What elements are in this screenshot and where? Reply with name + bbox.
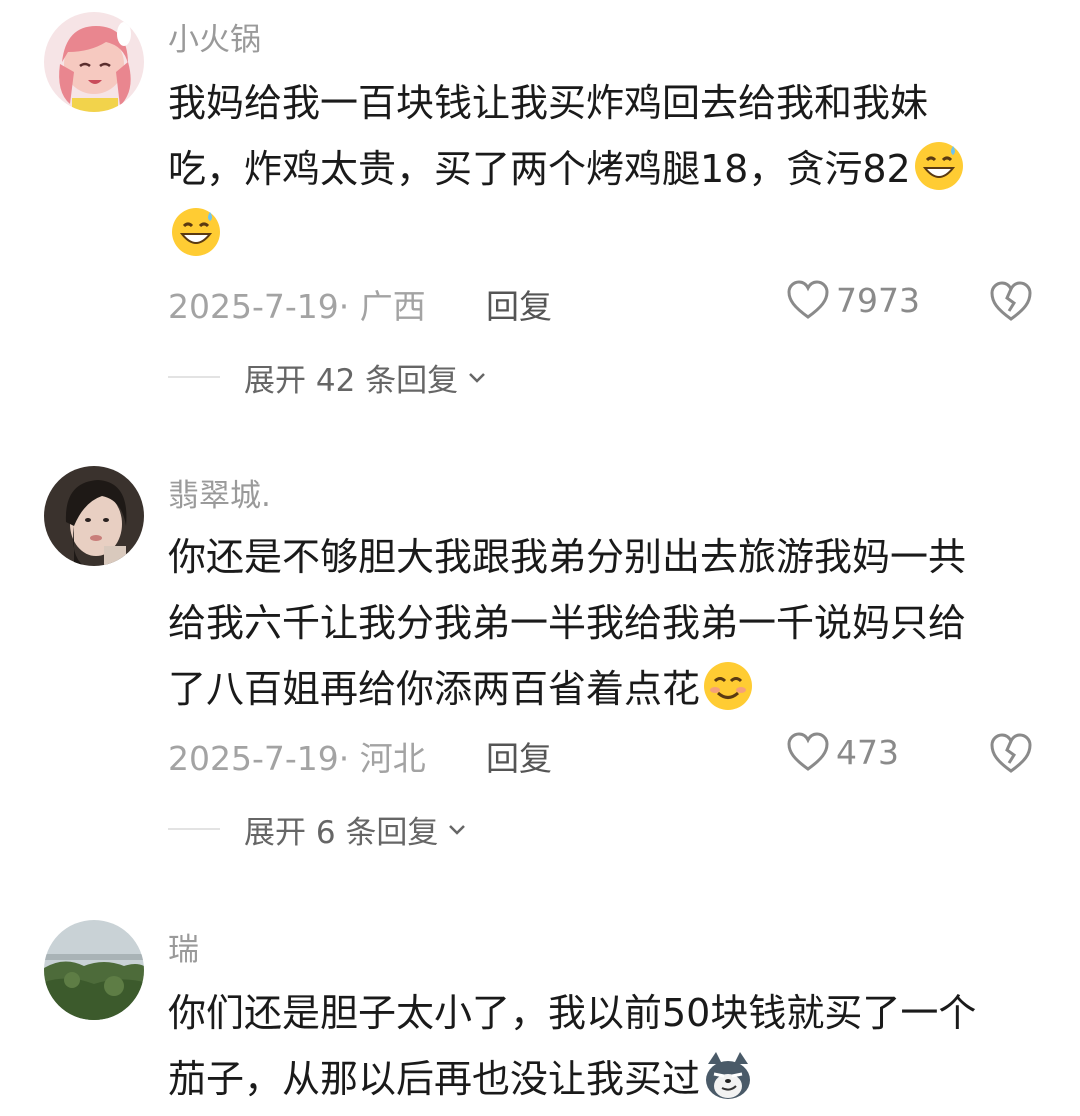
avatar[interactable]	[44, 12, 144, 112]
reply-button[interactable]: 回复	[486, 732, 552, 780]
chevron-down-icon	[449, 825, 466, 835]
comment-line: 你还是不够胆大我跟我弟分别出去旅游我妈一共	[168, 535, 967, 579]
expand-replies-label[interactable]: 展开 6 条回复	[244, 807, 438, 852]
broken-heart-icon[interactable]	[988, 278, 1034, 324]
avatar[interactable]	[44, 920, 144, 1020]
like-count: 7973	[836, 280, 920, 320]
comment-line: 吃，炸鸡太贵，买了两个烤鸡腿18，贪污82	[168, 136, 1048, 202]
comment-meta: 2025-7-19· 河北 回复 473	[168, 732, 1040, 778]
reply-button[interactable]: 回复	[486, 280, 552, 328]
expand-replies-label[interactable]: 展开 42 条回复	[244, 355, 458, 400]
comment-line	[168, 202, 1048, 268]
divider	[168, 376, 220, 378]
like-count: 473	[836, 732, 899, 772]
comment-line: 了八百姐再给你添两百省着点花	[168, 656, 1048, 722]
comment-text: 我妈给我一百块钱让我买炸鸡回去给我和我妹 吃，炸鸡太贵，买了两个烤鸡腿18，贪污…	[168, 70, 1048, 268]
expand-replies[interactable]: 展开 6 条回复	[168, 807, 468, 851]
heart-icon	[787, 732, 829, 771]
heart-icon	[787, 280, 829, 319]
comment-text: 你们还是胆子太小了，我以前50块钱就买了一个 茄子，从那以后再也没让我买过	[168, 980, 1048, 1112]
grinning-sweat-emoji	[914, 142, 963, 190]
expand-replies[interactable]: 展开 42 条回复	[168, 355, 488, 399]
chevron-down-icon	[469, 373, 486, 383]
smiling-emoji	[704, 662, 753, 710]
broken-heart-icon[interactable]	[988, 730, 1034, 776]
divider	[168, 828, 220, 830]
username[interactable]: 翡翠城.	[168, 470, 271, 515]
comment-meta: 2025-7-19· 广西 回复 7973	[168, 280, 1040, 326]
username[interactable]: 小火锅	[168, 14, 261, 59]
comment-text: 你还是不够胆大我跟我弟分别出去旅游我妈一共 给我六千让我分我弟一半我给我弟一千说…	[168, 524, 1048, 722]
comment-line: 给我六千让我分我弟一半我给我弟一千说妈只给	[168, 601, 967, 645]
comment-line: 你们还是胆子太小了，我以前50块钱就买了一个	[168, 991, 977, 1035]
avatar[interactable]	[44, 466, 144, 566]
comment-line: 我妈给我一百块钱让我买炸鸡回去给我和我妹	[168, 81, 929, 125]
like-button[interactable]: 473	[786, 732, 899, 772]
date-location: 2025-7-19· 广西	[168, 287, 426, 326]
date-location: 2025-7-19· 河北	[168, 739, 426, 778]
smirking-doge-emoji	[706, 1052, 751, 1099]
comment-line: 茄子，从那以后再也没让我买过	[168, 1046, 1048, 1112]
like-button[interactable]: 7973	[786, 280, 920, 320]
grinning-sweat-emoji	[172, 208, 220, 256]
username[interactable]: 瑞	[168, 924, 199, 969]
